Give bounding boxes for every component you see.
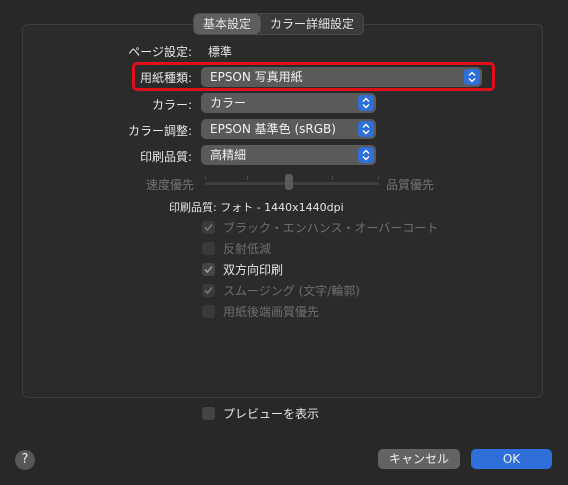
color-value: カラー — [210, 96, 247, 110]
slider-tick — [378, 176, 379, 180]
slider-left-label: 速度優先 — [146, 178, 195, 192]
option-bidirectional[interactable]: 双方向印刷 — [202, 261, 283, 277]
option-label: 双方向印刷 — [223, 262, 284, 277]
print-quality-popup[interactable]: 高精細 — [201, 145, 376, 165]
color-adjust-popup[interactable]: EPSON 基準色 (sRGB) — [201, 119, 376, 139]
ok-button[interactable]: OK — [471, 449, 552, 469]
tab-bar: 基本設定 カラー詳細設定 — [193, 13, 365, 35]
checkbox — [202, 283, 215, 297]
color-adjust-label: カラー調整: — [127, 124, 192, 138]
option-black-enhance[interactable]: ブラック・エンハンス・オーバーコート — [202, 219, 438, 235]
color-adjust-value: EPSON 基準色 (sRGB) — [210, 122, 336, 136]
slider-right-label: 品質優先 — [386, 178, 435, 192]
checkbox — [202, 241, 215, 255]
paper-type-popup[interactable]: EPSON 写真用紙 — [201, 67, 482, 87]
chevron-updown-icon — [358, 147, 374, 163]
print-quality-label: 印刷品質: — [139, 150, 192, 164]
color-label: カラー: — [151, 98, 192, 112]
cancel-button[interactable]: キャンセル — [378, 449, 460, 469]
tab-basic-settings[interactable]: 基本設定 — [194, 14, 261, 34]
tab-color-settings[interactable]: カラー詳細設定 — [260, 14, 363, 34]
option-label: ブラック・エンハンス・オーバーコート — [223, 220, 439, 235]
page-setup-value: 標準 — [208, 45, 233, 59]
checkbox — [202, 220, 215, 234]
option-reflection-reduce[interactable]: 反射低減 — [202, 240, 271, 256]
quality-slider-knob[interactable] — [285, 174, 293, 190]
checkbox — [202, 262, 215, 276]
option-smoothing[interactable]: スムージング (文字/輪郭) — [202, 282, 360, 298]
preview-checkbox[interactable]: プレビューを表示 — [202, 405, 319, 421]
help-button[interactable]: ? — [15, 450, 35, 470]
page-setup-label: ページ設定: — [128, 45, 192, 59]
option-label: 用紙後端画質優先 — [223, 304, 320, 319]
slider-tick — [247, 176, 248, 180]
slider-tick — [332, 176, 333, 180]
option-label: 反射低減 — [223, 241, 272, 256]
chevron-updown-icon — [358, 121, 374, 137]
quality-info: 印刷品質: フォト - 1440x1440dpi — [169, 201, 344, 214]
checkbox — [202, 406, 215, 420]
chevron-updown-icon — [464, 69, 480, 85]
option-trailing-edge[interactable]: 用紙後端画質優先 — [202, 303, 319, 319]
print-quality-value: 高精細 — [210, 148, 247, 162]
chevron-updown-icon — [358, 95, 374, 111]
preview-label: プレビューを表示 — [223, 406, 320, 421]
paper-type-label: 用紙種類: — [139, 71, 192, 85]
slider-tick — [205, 176, 206, 180]
checkbox — [202, 304, 215, 318]
option-label: スムージング (文字/輪郭) — [223, 283, 360, 298]
color-popup[interactable]: カラー — [201, 93, 376, 113]
paper-type-value: EPSON 写真用紙 — [210, 70, 303, 84]
